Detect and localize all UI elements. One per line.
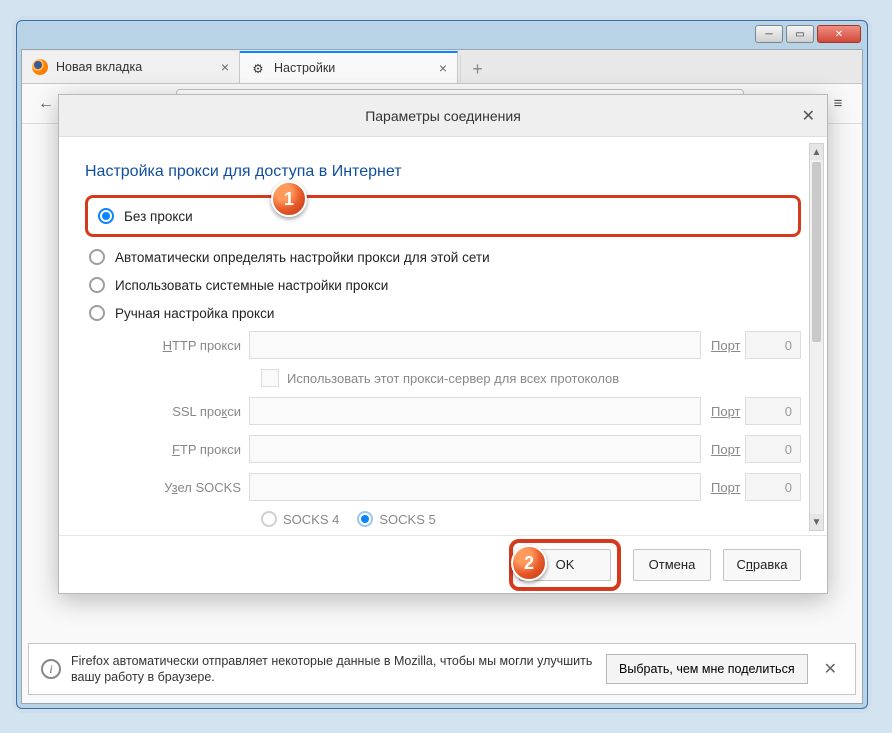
radio-socks5[interactable]: SOCKS 5: [357, 511, 435, 527]
tab-strip: Новая вкладка × ⚙ Настройки × +: [22, 50, 862, 84]
highlight-no-proxy: Без прокси: [85, 195, 801, 237]
help-button[interactable]: Справка: [723, 549, 801, 581]
radio-socks4[interactable]: SOCKS 4: [261, 511, 339, 527]
back-button[interactable]: ←: [32, 90, 60, 118]
port-label: Порт: [701, 404, 745, 419]
firefox-icon: [32, 59, 48, 75]
radio-icon: [89, 249, 105, 265]
tab-label: Настройки: [274, 61, 335, 75]
title-bar: ─ ▭ ✕: [17, 21, 867, 51]
callout-badge-2: 2: [511, 545, 547, 581]
scroll-up-icon[interactable]: ▲: [810, 144, 823, 160]
dialog-close-icon[interactable]: ✕: [802, 106, 815, 126]
browser-chrome: Новая вкладка × ⚙ Настройки × + ← → ⟳ ⌂ …: [21, 49, 863, 704]
socks-port-input[interactable]: 0: [745, 473, 801, 501]
tab-label: Новая вкладка: [56, 60, 142, 74]
radio-icon: [89, 305, 105, 321]
socks-proxy-input[interactable]: [249, 473, 701, 501]
radio-icon: [98, 208, 114, 224]
scroll-down-icon[interactable]: ▼: [810, 514, 823, 530]
radio-manual[interactable]: Ручная настройка прокси: [85, 299, 801, 327]
radio-icon: [261, 511, 277, 527]
notice-close-icon[interactable]: ✕: [818, 659, 843, 679]
tab-new-tab[interactable]: Новая вкладка ×: [22, 51, 240, 83]
ftp-proxy-input[interactable]: [249, 435, 701, 463]
ssl-port-input[interactable]: 0: [745, 397, 801, 425]
use-for-all-label: Использовать этот прокси-сервер для всех…: [287, 371, 619, 386]
tab-settings[interactable]: ⚙ Настройки ×: [240, 51, 458, 83]
port-label: Порт: [701, 442, 745, 457]
radio-system[interactable]: Использовать системные настройки прокси: [85, 271, 801, 299]
notice-text: Firefox автоматически отправляет некотор…: [71, 653, 596, 686]
dialog-body: Настройка прокси для доступа в Интернет …: [59, 137, 827, 537]
notice-bar: i Firefox автоматически отправляет некот…: [28, 643, 856, 695]
proxy-fields: HHTTP проксиTTP прокси Порт 0 Использова…: [131, 331, 801, 527]
dialog-title: Параметры соединения: [365, 108, 521, 124]
tab-close-icon[interactable]: ×: [221, 59, 229, 75]
connection-settings-dialog: Параметры соединения ✕ Настройка прокси …: [58, 94, 828, 594]
close-window-button[interactable]: ✕: [817, 25, 861, 43]
callout-badge-1: 1: [271, 181, 307, 217]
minimize-button[interactable]: ─: [755, 25, 783, 43]
new-tab-button[interactable]: +: [460, 55, 494, 83]
dialog-scrollbar[interactable]: ▲ ▼: [809, 143, 824, 531]
window-frame: ─ ▭ ✕ Новая вкладка × ⚙ Настройки × + ← …: [16, 20, 868, 709]
info-icon: i: [41, 659, 61, 679]
radio-no-proxy[interactable]: Без прокси: [94, 202, 792, 230]
notice-choose-button[interactable]: Выбрать, чем мне поделиться: [606, 654, 808, 684]
radio-label: Использовать системные настройки прокси: [115, 278, 388, 293]
menu-icon[interactable]: ≡: [824, 90, 852, 118]
maximize-button[interactable]: ▭: [786, 25, 814, 43]
radio-icon: [89, 277, 105, 293]
ftp-port-input[interactable]: 0: [745, 435, 801, 463]
http-proxy-label: HHTTP проксиTTP прокси: [131, 338, 249, 353]
radio-icon: [357, 511, 373, 527]
scroll-thumb[interactable]: [812, 162, 821, 342]
dialog-footer: OK Отмена Справка: [59, 535, 827, 593]
ssl-proxy-input[interactable]: [249, 397, 701, 425]
http-port-input[interactable]: 0: [745, 331, 801, 359]
radio-label: Без прокси: [124, 209, 193, 224]
radio-auto-detect[interactable]: Автоматически определять настройки прокс…: [85, 243, 801, 271]
port-label: Порт: [701, 480, 745, 495]
dialog-header: Параметры соединения ✕: [59, 95, 827, 137]
cancel-button[interactable]: Отмена: [633, 549, 711, 581]
section-title: Настройка прокси для доступа в Интернет: [85, 163, 801, 181]
ftp-proxy-label: FTP прокси: [131, 442, 249, 457]
http-proxy-input[interactable]: [249, 331, 701, 359]
port-label: Порт: [701, 338, 745, 353]
use-for-all-checkbox[interactable]: [261, 369, 279, 387]
radio-label: Ручная настройка прокси: [115, 306, 274, 321]
ssl-proxy-label: SSL прокси: [131, 404, 249, 419]
socks-proxy-label: Узел SOCKS: [131, 480, 249, 495]
radio-label: Автоматически определять настройки прокс…: [115, 250, 490, 265]
gear-icon: ⚙: [250, 60, 266, 76]
tab-close-icon[interactable]: ×: [439, 60, 447, 76]
